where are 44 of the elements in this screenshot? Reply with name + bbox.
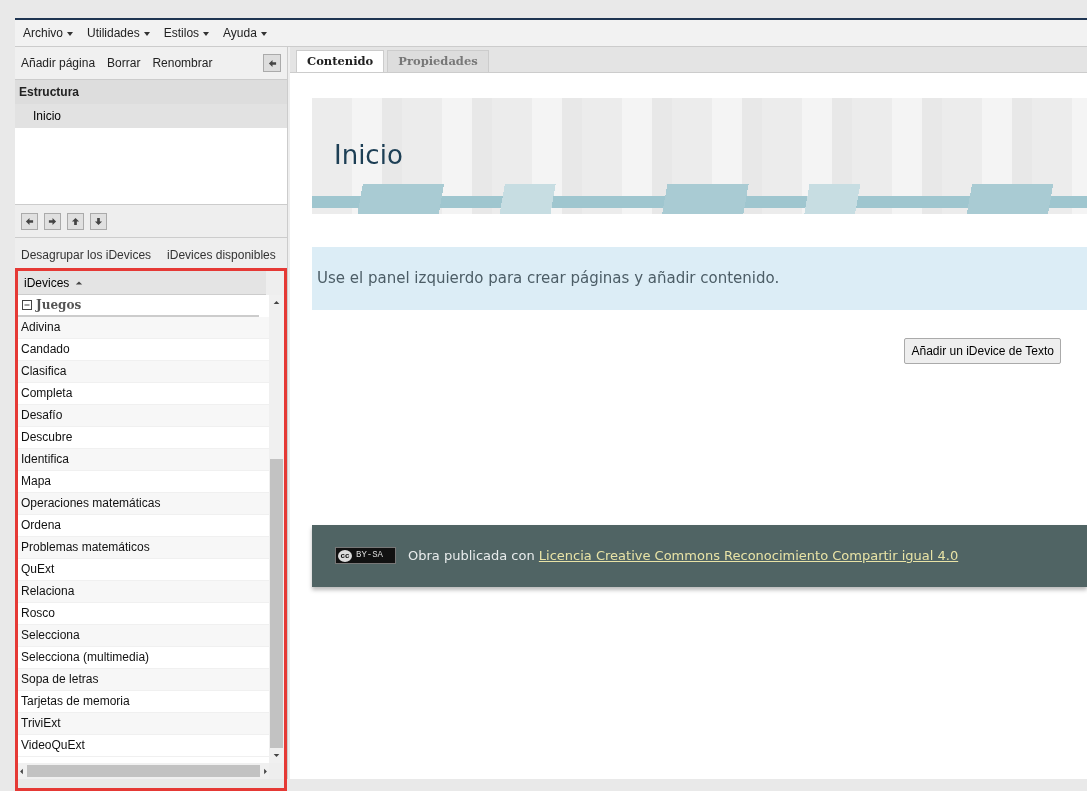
- page-title: Inicio: [334, 140, 403, 172]
- move-button[interactable]: [21, 212, 38, 230]
- tab[interactable]: Contenido: [296, 49, 385, 72]
- down-arrow-icon: [94, 216, 103, 226]
- panel-link[interactable]: Desagrupar los iDevices: [21, 246, 152, 264]
- list-item[interactable]: Problemas matemáticos: [18, 537, 269, 559]
- up-arrow-icon: [71, 216, 80, 226]
- left-arrow-icon: [25, 216, 34, 226]
- panel-link[interactable]: iDevices disponibles: [167, 246, 276, 264]
- list-item[interactable]: Desafío: [18, 405, 269, 427]
- list-item[interactable]: Sopa de letras: [18, 669, 269, 691]
- scroll-down-icon: [273, 752, 280, 759]
- list-item[interactable]: Identifica: [18, 449, 269, 471]
- right-arrow-icon: [48, 216, 57, 226]
- left-arrow-icon: [267, 58, 277, 68]
- panel-header: Estructura: [15, 79, 287, 104]
- license-text: Obra publicada con Licencia Creative Commons Reconocimiento Compartir igual 4.0: [408, 546, 959, 565]
- toolbar-button[interactable]: Renombrar: [152, 54, 213, 72]
- menu-item[interactable]: Ayuda: [223, 24, 267, 42]
- toolbar-button[interactable]: Borrar: [107, 54, 141, 72]
- scroll-left-icon: [18, 767, 25, 775]
- menu-item[interactable]: Archivo: [23, 24, 73, 42]
- menu-item[interactable]: Utilidades: [87, 24, 150, 42]
- scroll-up-icon: [273, 299, 280, 306]
- move-button[interactable]: [90, 212, 107, 230]
- list-item[interactable]: Adivina: [18, 317, 269, 339]
- info-message: Use el panel izquierdo para crear páginas y añadir contenido.: [312, 247, 1087, 310]
- license-link[interactable]: Licencia Creative Commons Reconocimiento Compartir igual 4.0: [538, 547, 959, 563]
- license-badge: cc BY-SA: [335, 547, 396, 564]
- column-header[interactable]: iDevices: [24, 273, 84, 292]
- list-item[interactable]: TriviExt: [18, 713, 269, 735]
- add-text-button[interactable]: Añadir un iDevice de Texto: [904, 337, 1061, 364]
- list-item[interactable]: Operaciones matemáticas: [18, 493, 269, 515]
- horizontal-scrollbar[interactable]: [18, 763, 269, 779]
- tree-item[interactable]: Inicio: [15, 104, 287, 128]
- toolbar-button[interactable]: Añadir página: [21, 54, 96, 72]
- move-button[interactable]: [67, 212, 84, 230]
- scroll-right-icon: [262, 767, 269, 775]
- list-item[interactable]: Clasifica: [18, 361, 269, 383]
- list-item[interactable]: Selecciona: [18, 625, 269, 647]
- collapse-button[interactable]: [263, 54, 281, 72]
- list-item[interactable]: Relaciona: [18, 581, 269, 603]
- menu-item[interactable]: Estilos: [163, 24, 210, 42]
- move-button[interactable]: [44, 212, 61, 230]
